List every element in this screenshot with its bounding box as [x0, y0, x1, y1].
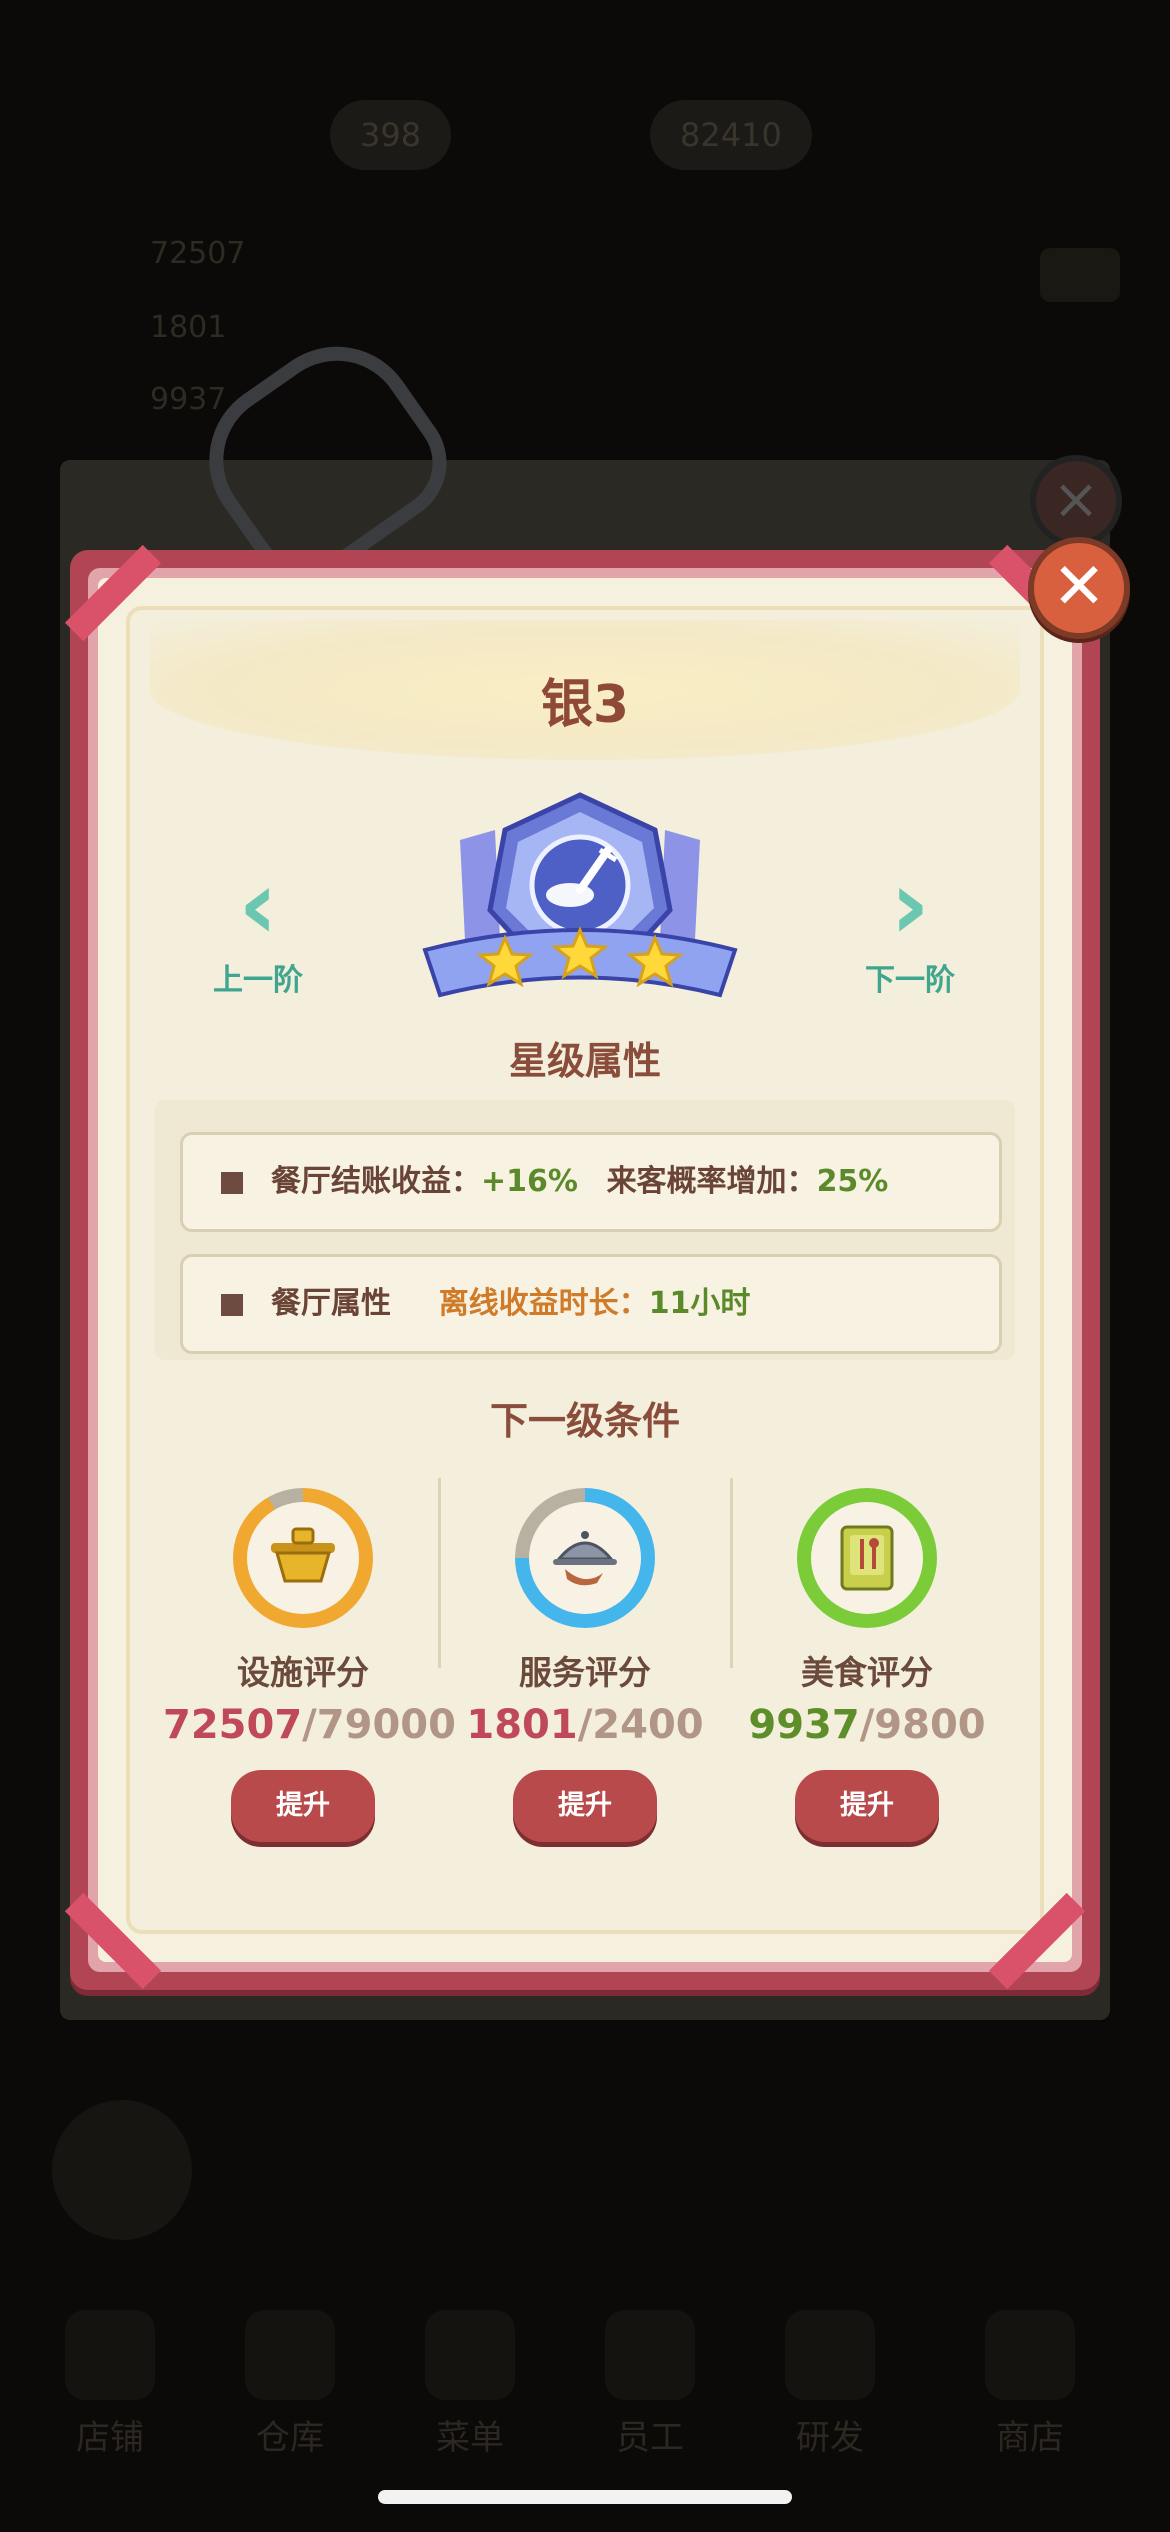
attribute-value: 11小时 [648, 1286, 751, 1321]
close-button[interactable]: ✕ [1028, 537, 1130, 639]
background-nav-item: 仓库 [220, 2310, 360, 2459]
condition-label: 服务评分 [519, 1653, 651, 1692]
condition-label: 设施评分 [237, 1653, 369, 1692]
background-top-bar: 398 82410 [0, 80, 1170, 260]
progress-ring [233, 1488, 373, 1628]
waiter-cloche-icon [553, 1531, 617, 1586]
upgrade-service-button[interactable]: 提升 [513, 1770, 657, 1842]
next-rank-button[interactable]: › 下一阶 [845, 855, 975, 999]
background-gem-counter: 398 [330, 100, 452, 170]
background-stat-service: 1801 [150, 310, 227, 345]
background-bottom-nav: 店铺 仓库 菜单 员工 研发 商店 [0, 2310, 1170, 2500]
attribute-row: 餐厅属性 离线收益时长：11小时 [180, 1254, 1002, 1354]
background-coin-counter: 82410 [650, 100, 812, 170]
background-nav-item: 商店 [960, 2310, 1100, 2459]
condition-value: 9937/9800 [748, 1702, 986, 1748]
attribute-label: 餐厅属性 [271, 1286, 391, 1321]
progress-ring [797, 1488, 937, 1628]
home-indicator[interactable] [378, 2490, 792, 2504]
attribute-label: 离线收益时长： [438, 1286, 649, 1321]
background-nav-item: 店铺 [40, 2310, 180, 2459]
star-attributes-title: 星级属性 [508, 1039, 661, 1083]
background-nav-item: 菜单 [400, 2310, 540, 2459]
progress-ring [515, 1488, 655, 1628]
background-side-chip [1040, 248, 1120, 302]
chevron-left-icon: ‹ [238, 849, 278, 961]
rank-badge-icon [422, 792, 738, 998]
background-nav-item: 研发 [760, 2310, 900, 2459]
background-stat-facility: 72507 [150, 236, 246, 271]
condition-value: 72507/79000 [163, 1702, 456, 1748]
golden-pot-icon [271, 1527, 335, 1583]
upgrade-food-button[interactable]: 提升 [795, 1770, 939, 1842]
attribute-row: 餐厅结账收益：+16% 来客概率增加：25% [180, 1132, 1002, 1232]
bullet-icon [221, 1294, 243, 1316]
recipe-book-icon [840, 1525, 894, 1591]
background-stat-food: 9937 [150, 382, 227, 417]
attribute-value: +16% [481, 1164, 578, 1199]
condition-service: 服务评分 1801/2400 [445, 1488, 725, 1748]
attribute-value: 25% [816, 1164, 889, 1199]
attribute-label: 餐厅结账收益： [271, 1164, 481, 1199]
condition-value: 1801/2400 [466, 1702, 704, 1748]
next-level-conditions-title: 下一级条件 [489, 1399, 680, 1443]
prev-rank-button[interactable]: ‹ 上一阶 [193, 855, 323, 999]
condition-facility: 设施评分 72507/79000 [163, 1488, 456, 1748]
attribute-label: 来客概率增加： [606, 1164, 817, 1199]
close-icon-shadow: × [1030, 455, 1122, 547]
condition-food: 美食评分 9937/9800 [727, 1488, 1007, 1748]
background-nav-item: 员工 [580, 2310, 720, 2459]
prev-rank-label: 上一阶 [213, 963, 303, 998]
rank-title: 银3 [540, 675, 630, 735]
next-rank-label: 下一阶 [865, 963, 955, 998]
background-round-button [52, 2100, 192, 2240]
chevron-right-icon: › [890, 849, 930, 961]
condition-label: 美食评分 [801, 1653, 933, 1692]
bullet-icon [221, 1172, 243, 1194]
upgrade-facility-button[interactable]: 提升 [231, 1770, 375, 1842]
